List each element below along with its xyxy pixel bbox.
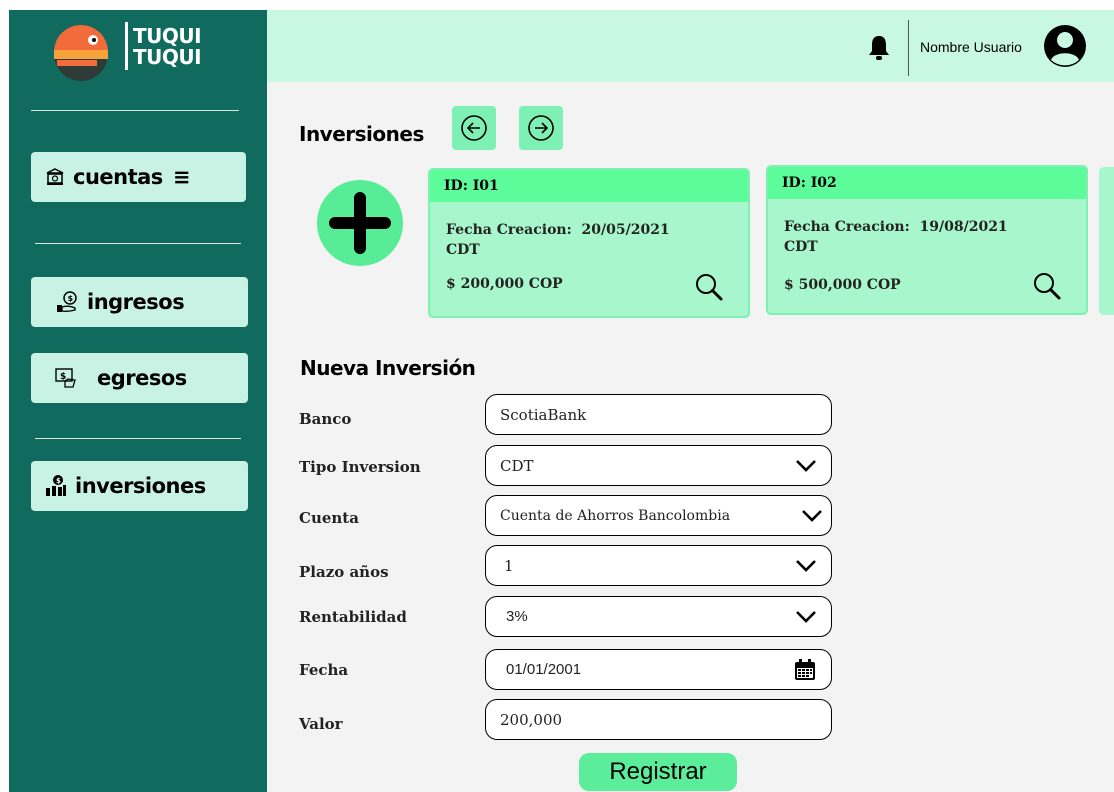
toucan-logo-icon: [45, 22, 115, 82]
tipo-inversion-select[interactable]: CDT: [485, 445, 832, 486]
search-icon[interactable]: [1032, 271, 1062, 306]
svg-text:$: $: [56, 477, 61, 485]
logo-line-1: TUQUI: [133, 24, 202, 48]
card-type: CDT: [784, 239, 818, 255]
investments-title: Inversiones: [299, 122, 424, 146]
user-avatar-icon[interactable]: [1043, 24, 1087, 73]
sidebar-item-label: inversiones: [75, 474, 206, 498]
bank-icon: [45, 167, 65, 187]
field-label-rentabilidad: Rentabilidad: [299, 608, 407, 626]
card-value: $ 200,000 COP: [446, 276, 563, 292]
topbar-divider: [908, 20, 909, 76]
prev-button[interactable]: [452, 106, 496, 150]
chevron-down-icon: [795, 459, 817, 473]
bell-icon[interactable]: [867, 34, 891, 67]
card-date: 19/08/2021: [919, 219, 1008, 235]
rentabilidad-select[interactable]: 3%: [485, 596, 832, 637]
search-icon[interactable]: [694, 272, 724, 307]
cuenta-select[interactable]: Cuenta de Ahorros Bancolombia: [485, 495, 832, 536]
card-value: $ 500,000 COP: [784, 277, 901, 293]
form-title: Nueva Inversión: [300, 356, 476, 380]
sidebar-item-cuentas[interactable]: cuentas ≡: [31, 152, 246, 202]
arrow-left-icon: [461, 115, 487, 141]
menu-icon: ≡: [172, 165, 191, 189]
card-date-label: Fecha Creacion:: [784, 219, 910, 235]
sidebar-item-ingresos[interactable]: $ ingresos: [31, 277, 248, 327]
field-label-valor: Valor: [299, 715, 343, 733]
arrow-right-icon: [528, 115, 554, 141]
next-button[interactable]: [519, 106, 563, 150]
next-card-peek: [1099, 167, 1114, 315]
field-label-tipo: Tipo Inversion: [299, 458, 421, 476]
plazo-select[interactable]: 1: [485, 545, 832, 586]
field-label-fecha: Fecha: [299, 661, 349, 679]
chevron-down-icon: [801, 509, 823, 523]
card-type: CDT: [446, 242, 480, 258]
sidebar-divider: [35, 243, 241, 244]
card-id: ID: I01: [430, 170, 748, 202]
investment-card[interactable]: ID: I02 Fecha Creacion: 19/08/2021 CDT $…: [766, 165, 1088, 315]
chevron-down-icon: [795, 559, 817, 573]
investment-icon: $: [45, 474, 67, 498]
sidebar-item-inversiones[interactable]: $ inversiones: [31, 461, 248, 511]
sidebar-divider: [35, 438, 241, 439]
sidebar-item-label: egresos: [97, 366, 187, 390]
card-id: ID: I02: [768, 167, 1086, 199]
fecha-input[interactable]: 01/01/2001: [485, 649, 832, 690]
app-frame: TUQUI TUQUI cuentas ≡ $ ingresos $ egres…: [9, 10, 1114, 792]
registrar-button[interactable]: Registrar: [579, 753, 737, 791]
investment-card[interactable]: ID: I01 Fecha Creacion: 20/05/2021 CDT $…: [428, 168, 750, 318]
user-name[interactable]: Nombre Usuario: [920, 39, 1022, 55]
field-label-cuenta: Cuenta: [299, 509, 359, 527]
sidebar-item-egresos[interactable]: $ egresos: [31, 353, 248, 403]
svg-text:$: $: [68, 294, 74, 303]
card-date-label: Fecha Creacion:: [446, 222, 572, 238]
banco-input[interactable]: ScotiaBank: [485, 394, 832, 435]
add-investment-button[interactable]: [317, 180, 403, 266]
sidebar-item-label: cuentas: [73, 165, 163, 189]
field-label-banco: Banco: [299, 410, 352, 428]
sidebar: TUQUI TUQUI cuentas ≡ $ ingresos $ egres…: [9, 10, 267, 792]
card-date: 20/05/2021: [581, 222, 670, 238]
logo-line-2: TUQUI: [133, 45, 202, 69]
sidebar-divider: [31, 110, 239, 111]
sidebar-item-label: ingresos: [87, 290, 185, 314]
valor-input[interactable]: 200,000: [485, 699, 832, 740]
field-label-plazo: Plazo años: [299, 563, 389, 581]
money-hand-icon: $: [55, 290, 79, 314]
logo-divider: [125, 22, 128, 70]
bill-hand-icon: $: [55, 367, 77, 389]
topbar: Nombre Usuario: [267, 10, 1114, 82]
chevron-down-icon: [795, 610, 817, 624]
calendar-icon[interactable]: [793, 658, 817, 682]
logo-text: TUQUI TUQUI: [133, 24, 202, 69]
